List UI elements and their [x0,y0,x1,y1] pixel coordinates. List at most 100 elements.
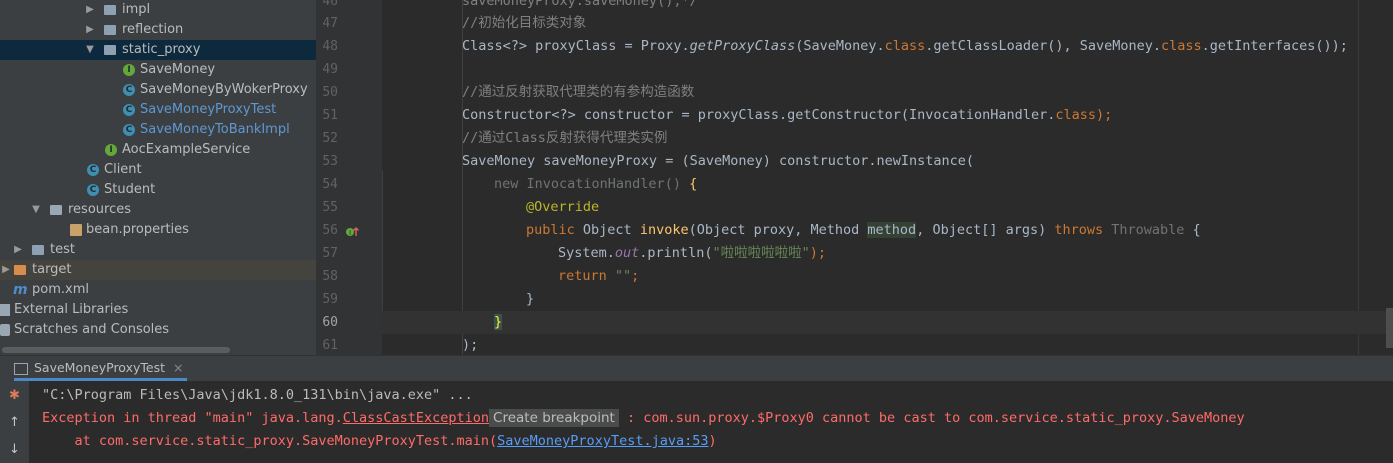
tree-item-client[interactable]: C Client [0,160,316,180]
string-literal: "" [606,268,632,284]
code-line-47[interactable]: //初始化目标类对象 [382,12,1393,35]
debug-bug-icon[interactable]: ✱ [6,387,23,404]
run-panel-header [0,355,1393,382]
tree-item-test[interactable]: ▶ test [0,240,316,260]
create-breakpoint-tooltip[interactable]: Create breakpoint [489,409,619,427]
chevron-down-icon[interactable]: ▼ [84,40,96,60]
code-token: InvocationHandler() [518,176,690,192]
console-output[interactable]: "C:\Program Files\Java\jdk1.8.0_131\bin\… [29,381,1393,463]
exception-prefix: Exception in thread "main" java.lang. [42,410,343,426]
code-token: ); [462,337,479,353]
scrollbar-thumb[interactable] [1386,308,1393,348]
code-token: Throwable [1103,222,1193,238]
chevron-down-icon[interactable]: ▼ [30,200,42,220]
run-toolbar: ✱ ↑ ↓ [0,381,29,463]
arrow-up-icon[interactable]: ↑ [6,414,23,431]
editor-vertical-scrollbar[interactable] [1386,0,1393,355]
code-line-59[interactable]: } [382,288,1393,311]
class-icon: C [123,124,135,136]
line-number: 55 [322,200,338,215]
code-token: ; [631,268,640,284]
line-number: 56 [322,223,338,238]
exception-class-link[interactable]: ClassCastException [343,410,489,426]
line-number: 51 [322,108,338,123]
line-number-current: 60 [322,315,338,330]
code-editor[interactable]: saveMoneyProxy.saveMoney();*/ //初始化目标类对象… [382,0,1393,355]
code-token: , Object[] args) [916,222,1055,238]
tree-item-reflection[interactable]: ▶ reflection [0,20,316,40]
code-line-61[interactable]: ); [382,334,1393,355]
annotation: @Override [526,199,600,215]
keyword: class [1055,107,1096,123]
keyword: public [526,222,575,238]
line-number: 59 [322,292,338,307]
code-line-54[interactable]: new InvocationHandler() { [382,173,1393,196]
chevron-right-icon[interactable]: ▶ [0,260,12,280]
code-token: Constructor<?> constructor = proxyClass.… [462,107,1056,123]
console-scrollbar[interactable] [1380,381,1393,463]
tree-item-pom-xml[interactable]: m pom.xml [0,280,316,300]
tree-item-aocexampleservice[interactable]: I AocExampleService [0,140,316,160]
maven-icon: m [13,282,28,298]
line-number: 48 [322,39,338,54]
tree-item-label: SaveMoneyProxyTest [140,102,277,117]
tree-item-savemoneyproxytest[interactable]: C SaveMoneyProxyTest [0,100,316,120]
svg-text:I: I [349,229,351,237]
scrollbar-thumb[interactable] [2,347,230,353]
matched-brace: } [494,314,503,330]
tree-item-target[interactable]: ▶ target [0,260,316,280]
tree-item-savemoneybywokerproxy[interactable]: C SaveMoneyByWokerProxy [0,80,316,100]
code-line-57[interactable]: System.out.println("啦啦啦啦啦啦"); [382,242,1393,265]
code-token: .getClassLoader(), SaveMoney. [925,38,1161,54]
line-number: 49 [322,62,338,77]
code-line-55[interactable]: @Override [382,196,1393,219]
close-icon[interactable]: × [173,360,183,375]
code-line-52[interactable]: //通过Class反射获得代理类实例 [382,127,1393,150]
tree-item-resources[interactable]: ▼ resources [0,200,316,220]
chevron-right-icon[interactable]: ▶ [84,0,96,20]
override-marker-icon[interactable]: I [345,224,361,240]
tree-item-label: SaveMoneyToBankImpl [140,122,290,137]
tree-item-static-proxy[interactable]: ▼ static_proxy [0,40,316,60]
tree-item-bean-properties[interactable]: bean.properties [0,220,316,240]
stacktrace-suffix: ) [708,433,717,449]
arrow-down-icon[interactable]: ↓ [6,441,23,458]
folder-icon [104,25,116,35]
code-token: (Object proxy, Method [688,222,868,238]
chevron-right-icon[interactable]: ▶ [84,20,96,40]
code-line-53[interactable]: SaveMoney saveMoneyProxy = (SaveMoney) c… [382,150,1393,173]
static-field: out [614,245,640,261]
tree-item-label: Student [104,182,156,197]
run-tab-label: SaveMoneyProxyTest [34,360,165,375]
tree-horizontal-scrollbar[interactable] [0,347,316,355]
code-line-56[interactable]: public Object invoke(Object proxy, Metho… [382,219,1393,242]
code-line-51[interactable]: Constructor<?> constructor = proxyClass.… [382,104,1393,127]
tree-item-external-libraries[interactable]: External Libraries [0,300,316,320]
code-token: System. [558,245,615,261]
run-tab[interactable]: SaveMoneyProxyTest × [14,355,188,381]
keyword: new [494,176,519,192]
tree-item-scratches[interactable]: Scratches and Consoles [0,320,316,340]
tree-item-student[interactable]: C Student [0,180,316,200]
code-line-48[interactable]: Class<?> proxyClass = Proxy.getProxyClas… [382,35,1393,58]
tree-item-impl[interactable]: ▶ impl [0,0,316,20]
console-exception-line: Exception in thread "main" java.lang.Cla… [42,407,1245,429]
code-line-60[interactable]: } [382,311,1393,334]
line-number: 53 [322,154,338,169]
tree-item-savemoney[interactable]: I SaveMoney [0,60,316,80]
editor-gutter[interactable]: 46 47 48 49 50 51 52 53 54 55 56 57 58 5… [316,0,398,355]
code-token: ); [809,245,826,261]
chevron-right-icon[interactable]: ▶ [12,240,24,260]
tree-item-label: AocExampleService [122,142,251,157]
line-number: 50 [322,85,338,100]
code-line-58[interactable]: return ""; [382,265,1393,288]
source-link[interactable]: SaveMoneyProxyTest.java:53 [497,433,708,449]
code-token: (SaveMoney. [795,38,885,54]
tree-item-savemoneytobankimpl[interactable]: C SaveMoneyToBankImpl [0,120,316,140]
code-line-50[interactable]: //通过反射获取代理类的有参构造函数 [382,81,1393,104]
keyword: class [884,38,926,54]
tree-item-label: resources [68,202,132,217]
line-number: 57 [322,246,338,261]
class-icon: C [123,104,135,116]
line-number: 47 [322,16,338,31]
